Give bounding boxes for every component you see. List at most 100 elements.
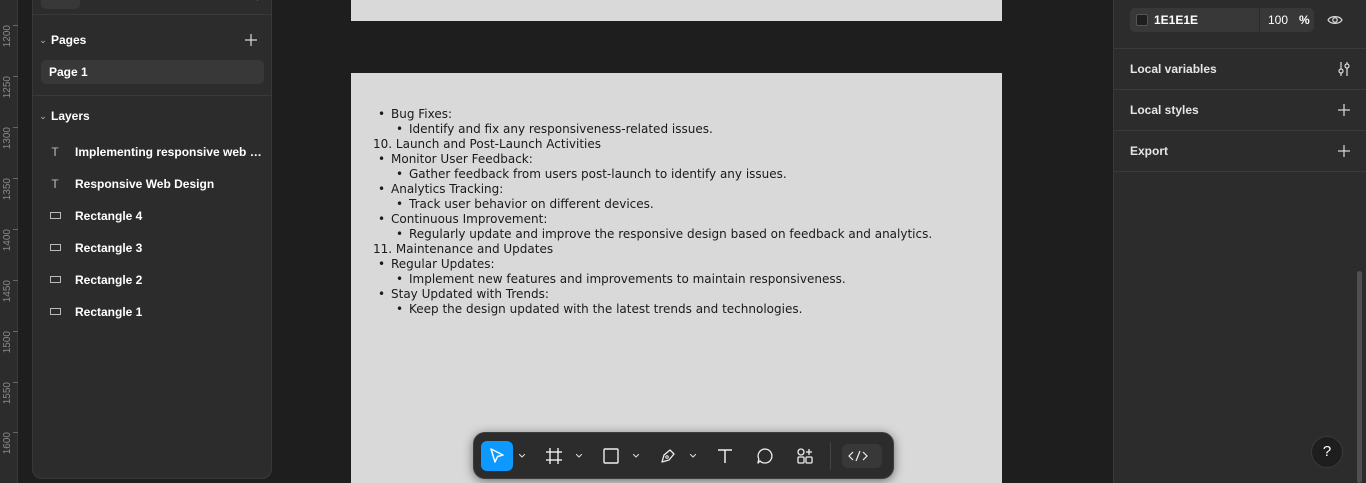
page-item[interactable]: Page 1 <box>41 60 264 84</box>
divider <box>1114 171 1366 172</box>
sub-bullet-line: Regularly update and improve the respons… <box>371 227 932 242</box>
frame-tool-button[interactable] <box>540 441 568 471</box>
layers-section-header[interactable]: ⌄ Layers <box>33 102 271 130</box>
bullet-line: Monitor User Feedback: <box>371 152 932 167</box>
export-row[interactable]: Export <box>1130 141 1352 161</box>
fill-color-field[interactable]: 1E1E1E 100 % <box>1130 8 1314 32</box>
add-page-icon[interactable] <box>243 32 259 48</box>
bullet-line: Stay Updated with Trends: <box>371 287 932 302</box>
ruler-mark: 1250 <box>0 76 18 116</box>
add-style-icon[interactable] <box>1336 102 1352 118</box>
pages-section-header[interactable]: ⌄ Pages <box>33 26 271 54</box>
rectangle-icon <box>47 305 63 319</box>
ruler-mark-label: 1200 <box>2 25 13 48</box>
sliders-icon[interactable] <box>1336 61 1352 77</box>
text-icon: T <box>51 177 59 191</box>
sub-bullet-line: Keep the design updated with the latest … <box>371 302 932 317</box>
layer-item[interactable]: Rectangle 1 <box>41 298 269 326</box>
dev-mode-toggle[interactable] <box>842 444 882 468</box>
shape-tool-button[interactable] <box>597 441 625 471</box>
layer-item[interactable]: T Implementing responsive web design <box>41 138 269 166</box>
rectangle-icon <box>603 448 619 464</box>
ruler-mark: 1450 <box>0 280 18 320</box>
text-tool-button[interactable] <box>711 441 739 471</box>
section-heading: 11. Maintenance and Updates <box>373 242 554 256</box>
text-icon <box>718 449 732 463</box>
dev-mode-icon <box>848 450 868 462</box>
layer-item[interactable]: T Responsive Web Design <box>41 170 269 198</box>
chevron-down-icon: ⌄ <box>39 110 47 121</box>
canvas-frame[interactable] <box>351 0 1002 21</box>
rectangle-icon <box>47 241 63 255</box>
layer-item[interactable]: Rectangle 4 <box>41 202 269 230</box>
text-icon: T <box>51 145 59 159</box>
divider <box>1114 89 1366 90</box>
bullet-line: Continuous Improvement: <box>371 212 932 227</box>
sub-bullet-line: Implement new features and improvements … <box>371 272 932 287</box>
app-window: 1200 1250 1300 1350 1400 1450 1500 1550 … <box>0 0 1366 483</box>
ruler-mark: 1600 <box>0 432 18 472</box>
ruler-mark-label: 1550 <box>2 382 13 405</box>
ruler-mark-label: 1450 <box>2 280 13 303</box>
local-variables-label: Local variables <box>1130 62 1217 76</box>
rectangle-icon <box>47 209 63 223</box>
pen-tool-button[interactable] <box>654 441 682 471</box>
rectangle-icon <box>47 273 63 287</box>
actions-tool-button[interactable] <box>791 441 819 471</box>
fill-opacity-value[interactable]: 100 <box>1268 13 1288 27</box>
bullet-line: Bug Fixes: <box>371 107 932 122</box>
comment-tool-button[interactable] <box>751 441 779 471</box>
sub-bullet-line: Identify and fix any responsiveness-rela… <box>371 122 932 137</box>
eye-icon[interactable] <box>1327 12 1343 28</box>
help-button[interactable]: ? <box>1311 436 1343 468</box>
local-styles-row[interactable]: Local styles <box>1130 100 1352 120</box>
layer-item[interactable]: Rectangle 2 <box>41 266 269 294</box>
ruler-mark: 1400 <box>0 229 18 269</box>
pen-icon <box>661 449 675 463</box>
layer-name: Rectangle 2 <box>75 273 143 287</box>
search-icon[interactable] <box>245 0 259 1</box>
move-tool-button[interactable] <box>481 441 513 471</box>
divider <box>1259 8 1260 32</box>
ruler-mark-label: 1300 <box>2 127 13 150</box>
section-heading: 10. Launch and Post-Launch Activities <box>373 137 602 151</box>
layers-title: Layers <box>51 109 90 123</box>
chevron-down-icon[interactable] <box>575 447 583 465</box>
ruler-mark-label: 1600 <box>2 432 13 455</box>
percent-sign: % <box>1299 13 1310 27</box>
tab-assets[interactable]: Assets <box>86 0 142 9</box>
bullet-line: Analytics Tracking: <box>371 182 932 197</box>
chevron-down-icon: ⌄ <box>39 34 47 45</box>
panel-tabs: File Assets <box>41 0 142 9</box>
layer-name: Rectangle 1 <box>75 305 143 319</box>
divider <box>33 95 271 96</box>
divider <box>33 14 271 15</box>
layer-name: Rectangle 3 <box>75 241 143 255</box>
local-styles-label: Local styles <box>1130 103 1199 117</box>
canvas-frame[interactable]: Bug Fixes: Identify and fix any responsi… <box>351 73 1002 483</box>
local-variables-row[interactable]: Local variables <box>1130 59 1352 79</box>
bullet-line: Regular Updates: <box>371 257 932 272</box>
scrollbar[interactable] <box>1357 271 1362 483</box>
sub-bullet-line: Track user behavior on different devices… <box>371 197 932 212</box>
document-text: Bug Fixes: Identify and fix any responsi… <box>371 107 932 317</box>
chevron-down-icon[interactable] <box>689 447 697 465</box>
layer-item[interactable]: Rectangle 3 <box>41 234 269 262</box>
pages-title: Pages <box>51 33 87 47</box>
right-panel: 1E1E1E 100 % Local variables Local style… <box>1113 0 1366 483</box>
bottom-toolbar <box>473 432 894 479</box>
ruler-mark: 1300 <box>0 127 18 167</box>
chevron-down-icon[interactable] <box>632 447 640 465</box>
color-swatch[interactable] <box>1136 14 1148 26</box>
export-label: Export <box>1130 144 1169 158</box>
ruler-mark: 1350 <box>0 178 18 218</box>
add-export-icon[interactable] <box>1336 143 1352 159</box>
fill-hex-value[interactable]: 1E1E1E <box>1154 13 1198 27</box>
ruler-mark: 1550 <box>0 382 18 422</box>
vertical-ruler: 1200 1250 1300 1350 1400 1450 1500 1550 … <box>0 0 18 483</box>
left-panel: File Assets ⌄ Pages Page 1 ⌄ Layers T Im… <box>32 0 272 479</box>
chevron-down-icon[interactable] <box>518 447 526 465</box>
frame-icon <box>546 448 562 464</box>
tab-file[interactable]: File <box>41 0 81 9</box>
comment-icon <box>757 448 773 464</box>
